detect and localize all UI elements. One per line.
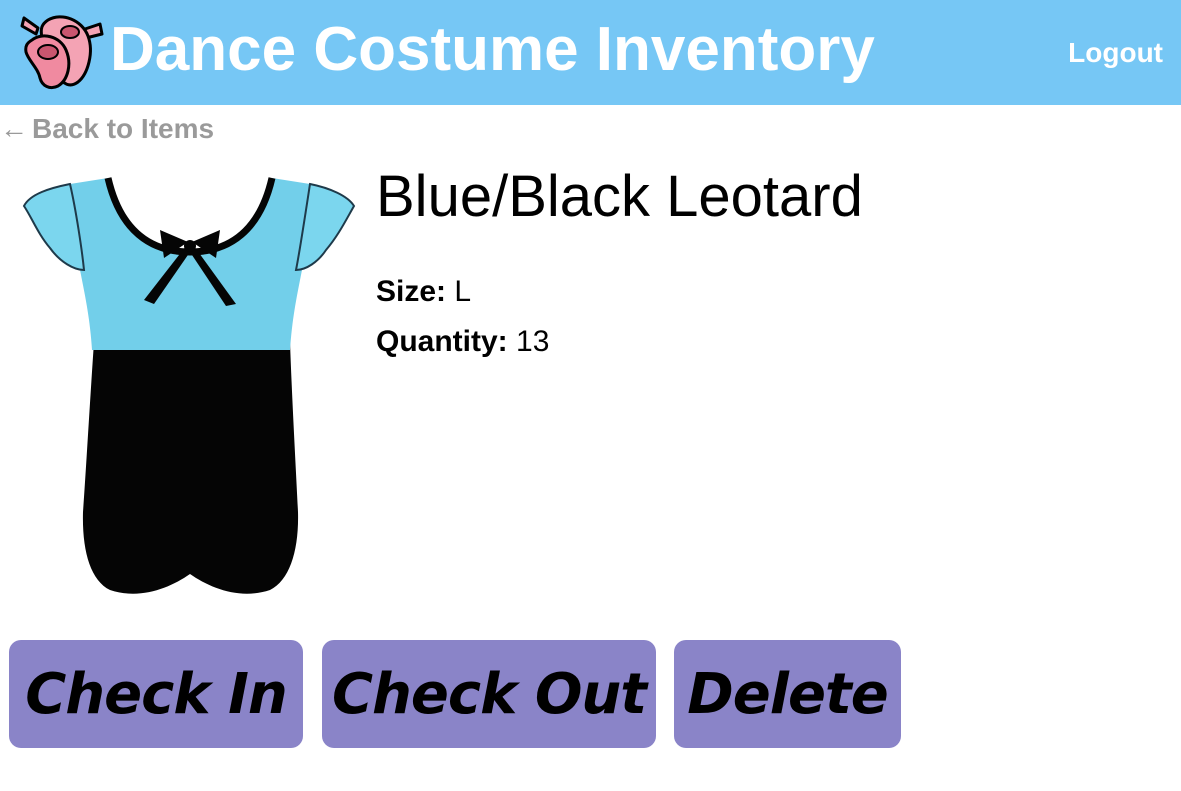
size-value: L [454,275,472,308]
size-label: Size: [376,275,447,308]
size-row: Size: L [376,274,471,310]
check-in-button[interactable]: Check In [9,640,303,748]
app-header: Dance Costume Inventory Logout [0,0,1181,105]
back-to-items-label: Back to Items [32,113,215,144]
delete-button[interactable]: Delete [674,640,901,748]
leotard-image [22,177,356,594]
quantity-row: Quantity: 13 [376,324,549,360]
ballet-shoes-icon [20,15,104,90]
check-out-button[interactable]: Check Out [322,640,656,748]
quantity-label: Quantity: [376,325,508,358]
app-title: Dance Costume Inventory [110,15,875,84]
item-name: Blue/Black Leotard [376,164,863,229]
back-arrow-icon: ← [0,113,28,144]
quantity-value: 13 [516,325,550,358]
back-to-items-link[interactable]: ← Back to Items [0,112,214,146]
logout-link[interactable]: Logout [1068,36,1163,70]
